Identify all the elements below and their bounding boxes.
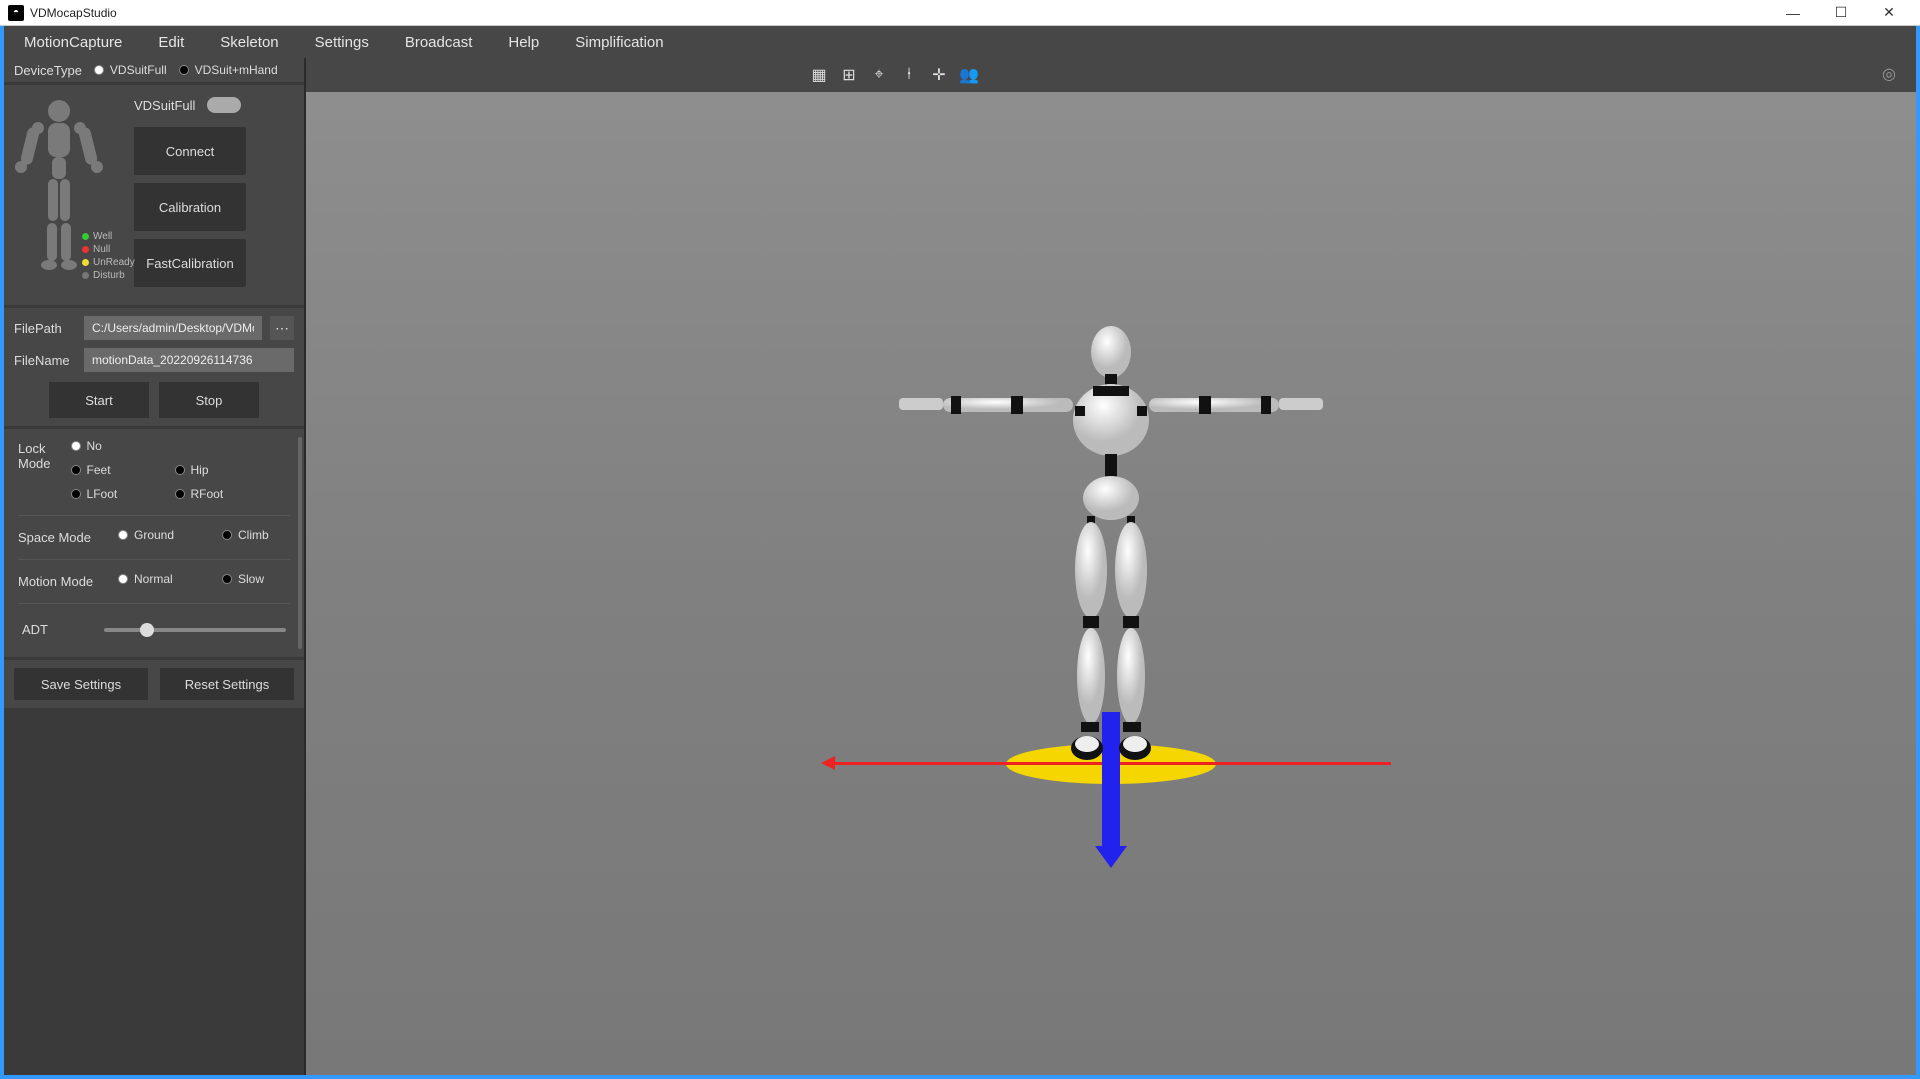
file-panel: FilePath ⋯ FileName Start Stop <box>4 308 304 426</box>
menu-settings[interactable]: Settings <box>297 26 387 58</box>
dot-icon <box>82 233 89 240</box>
stop-button[interactable]: Stop <box>159 382 259 418</box>
lockmode-label: Lock Mode <box>18 439 51 471</box>
radio-dot-icon <box>222 530 232 540</box>
menu-broadcast[interactable]: Broadcast <box>387 26 491 58</box>
radio-dot-icon <box>94 65 104 75</box>
camera-icon[interactable]: ⌖ <box>868 64 890 86</box>
start-button[interactable]: Start <box>49 382 149 418</box>
viewport: ▦ ⊞ ⌖ ⍿ ✛ 👥 ◎ <box>306 58 1916 1075</box>
x-axis-arrow-icon <box>821 756 835 770</box>
suit-toggle[interactable] <box>207 97 241 113</box>
menu-simplification[interactable]: Simplification <box>557 26 681 58</box>
save-settings-button[interactable]: Save Settings <box>14 668 148 700</box>
z-axis-arrow-icon <box>1095 846 1127 868</box>
body-figure: Well Null UnReady Disturb <box>14 97 104 272</box>
radio-motion-normal[interactable]: Normal <box>118 572 182 586</box>
radio-lock-rfoot[interactable]: RFoot <box>175 487 239 501</box>
filepath-label: FilePath <box>14 321 76 336</box>
person-icon[interactable]: ⍿ <box>898 64 920 86</box>
apps-icon[interactable]: ⊞ <box>838 64 860 86</box>
minimize-button[interactable]: — <box>1770 0 1816 26</box>
radio-dot-icon <box>175 489 185 499</box>
radio-dot-icon <box>118 530 128 540</box>
fastcalibration-button[interactable]: FastCalibration <box>134 239 246 287</box>
filepath-input[interactable] <box>84 316 262 340</box>
dot-icon <box>82 246 89 253</box>
menu-motioncapture[interactable]: MotionCapture <box>6 26 140 58</box>
viewport-3d[interactable] <box>306 92 1916 1075</box>
maximize-button[interactable]: ☐ <box>1818 0 1864 26</box>
radio-dot-icon <box>179 65 189 75</box>
motionmode-label: Motion Mode <box>18 572 98 589</box>
menu-help[interactable]: Help <box>490 26 557 58</box>
radio-lock-hip[interactable]: Hip <box>175 463 239 477</box>
device-panel: Well Null UnReady Disturb VDSuitFull Con… <box>4 85 304 305</box>
radio-dot-icon <box>71 441 81 451</box>
filename-input[interactable] <box>84 348 294 372</box>
radio-vdsuitmhand[interactable]: VDSuit+mHand <box>179 63 278 77</box>
modes-panel: Lock Mode No Feet Hip LFoot RFoot Space … <box>4 429 304 657</box>
scrollbar[interactable] <box>298 437 302 649</box>
viewport-toolbar: ▦ ⊞ ⌖ ⍿ ✛ 👥 ◎ <box>306 58 1916 92</box>
suit-label: VDSuitFull <box>134 98 195 113</box>
radio-dot-icon <box>71 465 81 475</box>
dot-icon <box>82 272 89 279</box>
menubar: MotionCapture Edit Skeleton Settings Bro… <box>4 26 1916 58</box>
slider-thumb-icon[interactable] <box>140 623 154 637</box>
close-button[interactable]: ✕ <box>1866 0 1912 26</box>
connect-button[interactable]: Connect <box>134 127 246 175</box>
people-icon[interactable]: 👥 <box>958 64 980 86</box>
broadcast-icon[interactable]: ◎ <box>1882 64 1904 86</box>
radio-lock-no[interactable]: No <box>71 439 135 453</box>
radio-space-climb[interactable]: Climb <box>222 528 286 542</box>
spacemode-label: Space Mode <box>18 528 98 545</box>
sidebar: DeviceType VDSuitFull VDSuit+mHand <box>4 58 306 1075</box>
radio-lock-feet[interactable]: Feet <box>71 463 135 477</box>
radio-motion-slow[interactable]: Slow <box>222 572 286 586</box>
menu-skeleton[interactable]: Skeleton <box>202 26 296 58</box>
browse-button[interactable]: ⋯ <box>270 316 294 340</box>
radio-vdsuitfull[interactable]: VDSuitFull <box>94 63 167 77</box>
status-legend: Well Null UnReady Disturb <box>82 230 135 282</box>
radio-dot-icon <box>71 489 81 499</box>
grid-icon[interactable]: ▦ <box>808 64 830 86</box>
menu-edit[interactable]: Edit <box>140 26 202 58</box>
radio-lock-lfoot[interactable]: LFoot <box>71 487 135 501</box>
filename-label: FileName <box>14 353 76 368</box>
target-icon[interactable]: ✛ <box>928 64 950 86</box>
app-title: VDMocapStudio <box>30 6 1770 20</box>
radio-dot-icon <box>222 574 232 584</box>
titlebar: ◓ VDMocapStudio — ☐ ✕ <box>0 0 1920 26</box>
calibration-button[interactable]: Calibration <box>134 183 246 231</box>
mannequin <box>891 320 1331 780</box>
radio-dot-icon <box>118 574 128 584</box>
adt-slider[interactable] <box>104 628 286 632</box>
dot-icon <box>82 259 89 266</box>
adt-label: ADT <box>22 622 90 637</box>
device-type-panel: DeviceType VDSuitFull VDSuit+mHand <box>4 58 304 82</box>
radio-dot-icon <box>175 465 185 475</box>
radio-space-ground[interactable]: Ground <box>118 528 182 542</box>
reset-settings-button[interactable]: Reset Settings <box>160 668 294 700</box>
app-icon: ◓ <box>8 5 24 21</box>
device-type-label: DeviceType <box>14 63 82 78</box>
